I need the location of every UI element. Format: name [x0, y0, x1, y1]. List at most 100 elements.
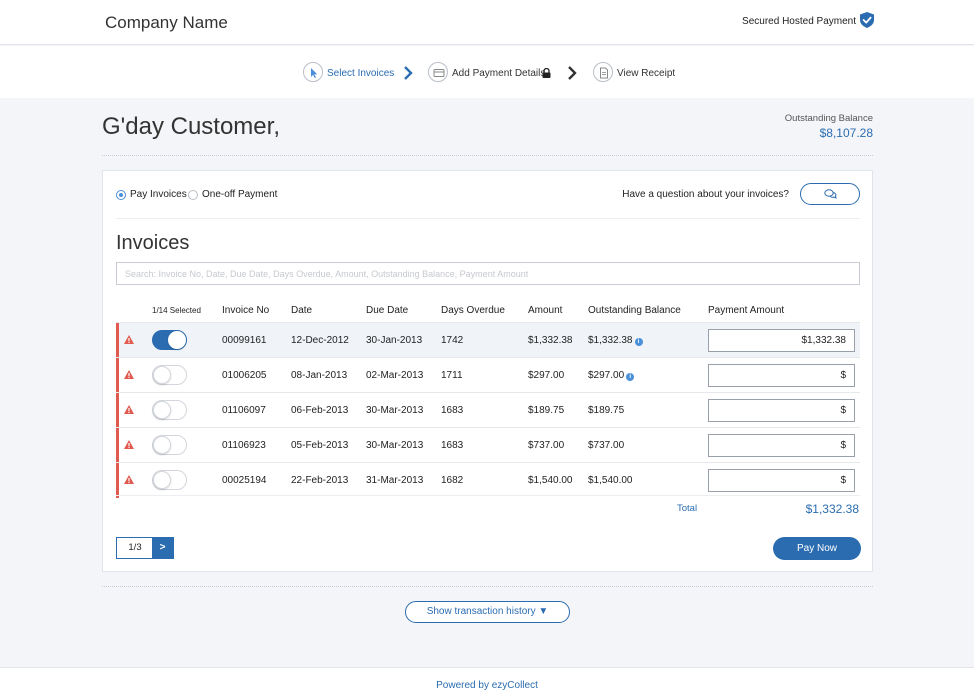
step-add-payment-details: Add Payment Details — [452, 68, 546, 79]
payment-amount-input[interactable] — [708, 364, 855, 387]
next-page-button[interactable]: > — [152, 538, 173, 558]
outstanding-value: $297.00 — [588, 370, 625, 381]
overdue-indicator — [116, 393, 119, 428]
overdue-indicator — [116, 358, 119, 393]
warning-icon — [124, 440, 134, 449]
outstanding-balance: $1,332.38 i — [588, 335, 643, 346]
receipt-icon — [593, 62, 613, 82]
toggle-knob — [153, 401, 171, 419]
powered-by-link[interactable]: Powered by ezyCollect — [0, 680, 974, 691]
outstanding-value: $189.75 — [588, 405, 625, 416]
pay-now-button[interactable]: Pay Now — [773, 537, 861, 560]
warning-icon — [124, 405, 134, 414]
invoice-number: 01006205 — [222, 370, 267, 381]
due-date: 30-Mar-2013 — [366, 440, 424, 451]
chat-button[interactable] — [800, 183, 860, 205]
payment-amount-input[interactable] — [708, 469, 855, 492]
select-invoice-toggle[interactable] — [152, 365, 187, 385]
total-value: $1,332.38 — [805, 502, 859, 516]
invoice-no-header[interactable]: Invoice No — [222, 305, 269, 316]
warning-icon — [124, 335, 134, 344]
lock-icon — [542, 68, 551, 78]
top-header: Company Name Secured Hosted Payment — [0, 0, 974, 45]
chat-icon — [824, 189, 837, 199]
amount: $297.00 — [528, 370, 565, 381]
shield-check-icon — [860, 12, 874, 28]
selected-count-header: 1/14 Selected — [152, 306, 201, 315]
invoice-date: 12-Dec-2012 — [291, 335, 349, 346]
card-icon — [428, 62, 448, 82]
warning-icon — [124, 370, 134, 379]
select-invoice-toggle[interactable] — [152, 470, 187, 490]
amount: $1,540.00 — [528, 475, 573, 486]
outstanding-balance-label: Outstanding Balance — [784, 113, 873, 124]
select-invoice-toggle[interactable] — [152, 330, 187, 350]
due-date-header[interactable]: Due Date — [366, 305, 408, 316]
company-name: Company Name — [105, 13, 228, 32]
one-off-payment-label[interactable]: One-off Payment — [202, 189, 277, 200]
page-indicator: 1/3 — [128, 542, 142, 553]
invoice-date: 05-Feb-2013 — [291, 440, 349, 451]
toggle-knob — [168, 331, 186, 349]
table-row: 00099161 12-Dec-2012 30-Jan-2013 1742 $1,332… — [116, 322, 860, 358]
chevron-right-icon — [568, 66, 577, 80]
invoices-card: Pay Invoices One-off Payment Have a ques… — [102, 170, 873, 572]
due-date: 31-Mar-2013 — [366, 475, 424, 486]
days-overdue: 1711 — [441, 370, 463, 381]
days-overdue-header[interactable]: Days Overdue — [441, 305, 505, 316]
invoice-question-text: Have a question about your invoices? — [622, 189, 789, 200]
secured-payment-label: Secured Hosted Payment — [742, 16, 856, 27]
due-date: 02-Mar-2013 — [366, 370, 424, 381]
amount: $737.00 — [528, 440, 565, 451]
select-invoice-toggle[interactable] — [152, 435, 187, 455]
info-icon[interactable]: i — [626, 373, 635, 381]
outstanding-balance: $297.00 i — [588, 370, 635, 381]
greeting: G'day Customer, — [102, 113, 280, 140]
payment-amount-input[interactable] — [708, 434, 855, 457]
outstanding-value: $1,332.38 — [588, 335, 633, 346]
overdue-indicator — [116, 323, 119, 358]
chevron-right-icon — [404, 66, 413, 80]
days-overdue: 1682 — [441, 475, 464, 486]
invoice-date: 06-Feb-2013 — [291, 405, 349, 416]
outstanding-value: $1,540.00 — [588, 475, 633, 486]
outstanding-balance-header[interactable]: Outstanding Balance — [588, 305, 681, 316]
warning-icon — [124, 475, 134, 484]
pay-invoices-radio[interactable] — [116, 190, 126, 200]
date-header[interactable]: Date — [291, 305, 312, 316]
outstanding-balance: $1,540.00 — [588, 475, 633, 486]
step-view-receipt: View Receipt — [617, 68, 676, 79]
total-label: Total — [677, 503, 698, 514]
divider — [116, 495, 860, 496]
table-row: 01106097 06-Feb-2013 30-Mar-2013 1683 $189.7… — [116, 392, 860, 428]
footer: Powered by ezyCollect — [0, 667, 974, 700]
invoice-date: 08-Jan-2013 — [291, 370, 348, 381]
amount-header[interactable]: Amount — [528, 305, 562, 316]
pagination: 1/3 > — [116, 537, 174, 559]
toggle-knob — [153, 471, 171, 489]
cursor-icon — [303, 62, 323, 82]
days-overdue: 1683 — [441, 440, 464, 451]
pay-invoices-label[interactable]: Pay Invoices — [130, 189, 187, 200]
payment-amount-input[interactable] — [708, 329, 855, 352]
payment-amount-header[interactable]: Payment Amount — [708, 305, 784, 316]
outstanding-balance: $737.00 — [588, 440, 624, 451]
payment-amount-input[interactable] — [708, 399, 855, 422]
invoice-search-input[interactable] — [116, 262, 860, 285]
table-row: 00025194 22-Feb-2013 31-Mar-2013 1682 $1,540… — [116, 462, 860, 498]
divider — [102, 155, 873, 156]
invoice-number: 00025194 — [222, 475, 267, 486]
due-date: 30-Jan-2013 — [366, 335, 423, 346]
divider — [102, 586, 873, 587]
outstanding-balance-value: $8,107.28 — [819, 126, 873, 140]
invoice-number: 01106097 — [222, 405, 266, 416]
checkout-steps: Select Invoices Add Payment Details View… — [0, 46, 974, 98]
one-off-payment-radio[interactable] — [188, 190, 198, 200]
step-select-invoices[interactable]: Select Invoices — [327, 68, 394, 79]
show-transaction-history-button[interactable]: Show transaction history ▼ — [405, 601, 570, 623]
days-overdue: 1683 — [441, 405, 464, 416]
invoice-number: 01106923 — [222, 440, 266, 451]
outstanding-value: $737.00 — [588, 440, 625, 451]
select-invoice-toggle[interactable] — [152, 400, 187, 420]
info-icon[interactable]: i — [634, 338, 643, 346]
